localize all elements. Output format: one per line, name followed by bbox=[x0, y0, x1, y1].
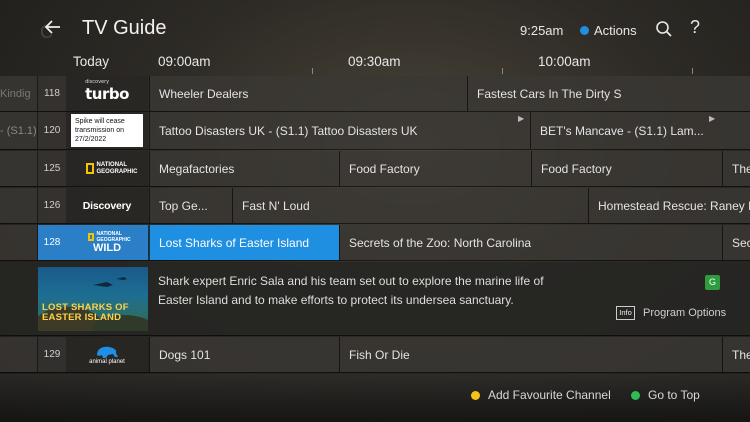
channel-number: 120 bbox=[38, 112, 66, 149]
channel-row-126[interactable]: 126 Discovery Top Ge... Fast N' Loud Hom… bbox=[0, 188, 750, 224]
natgeo-frame-icon bbox=[87, 233, 94, 241]
program-cell[interactable]: Food Factory bbox=[339, 151, 531, 186]
channel-number: 129 bbox=[38, 337, 66, 372]
program-cell[interactable]: Tattoo Disasters UK - (S1.1) Tattoo Disa… bbox=[149, 112, 530, 149]
program-cell[interactable]: Megafactories bbox=[149, 151, 339, 186]
timeline-tick bbox=[692, 68, 693, 74]
program-cell[interactable]: Sec bbox=[722, 225, 750, 260]
program-cell[interactable]: Food Factory bbox=[531, 151, 722, 186]
channel-number: 126 bbox=[38, 188, 66, 223]
rating-badge: G bbox=[705, 275, 720, 290]
program-cell[interactable]: Top Ge... bbox=[149, 188, 232, 223]
elephant-icon bbox=[96, 346, 118, 358]
program-title: Homestead Rescue: Raney R bbox=[598, 199, 750, 213]
previous-program-fragment bbox=[0, 151, 38, 186]
thumbnail-title: LOST SHARKS OF EASTER ISLAND bbox=[42, 302, 129, 323]
program-cell[interactable]: Wheeler Dealers bbox=[149, 76, 467, 111]
help-icon[interactable]: ? bbox=[690, 17, 700, 38]
channel-logo-animal-planet: animal planet bbox=[66, 337, 148, 372]
go-to-top-hint[interactable]: Go to Top bbox=[631, 388, 700, 402]
program-title: BET's Mancave - (S1.1) Lam... bbox=[540, 124, 704, 138]
program-cell[interactable]: Fast N' Loud bbox=[232, 188, 588, 223]
program-title: Food Factory bbox=[349, 162, 420, 176]
logo-subtext: discovery bbox=[85, 78, 110, 85]
logo-text: turbo bbox=[85, 84, 129, 103]
program-title: Fish Or Die bbox=[349, 348, 410, 362]
program-thumbnail: LOST SHARKS OF EASTER ISLAND bbox=[38, 267, 148, 331]
program-title: The bbox=[732, 162, 750, 176]
program-cell[interactable]: BET's Mancave - (S1.1) Lam... ▶ bbox=[530, 112, 750, 149]
time-slot-1000: 10:00am bbox=[538, 54, 591, 69]
program-title: Fastest Cars In The Dirty S bbox=[477, 87, 622, 101]
add-favourite-channel-hint[interactable]: Add Favourite Channel bbox=[471, 388, 611, 402]
program-options-link[interactable]: Program Options bbox=[643, 307, 726, 319]
logo-text: animal planet bbox=[89, 358, 125, 365]
program-title: Wheeler Dealers bbox=[159, 87, 249, 101]
channel-number: 125 bbox=[38, 151, 66, 186]
timeline-tick bbox=[502, 68, 503, 74]
program-title: Sec bbox=[732, 236, 750, 250]
program-cell[interactable]: Fish Or Die bbox=[339, 337, 722, 372]
program-cell[interactable]: The bbox=[722, 337, 750, 372]
continues-arrow-icon: ▶ bbox=[518, 114, 525, 123]
previous-program-fragment bbox=[0, 337, 38, 372]
channel-logo-natgeo: NATIONAL GEOGRAPHIC bbox=[66, 151, 148, 186]
actions-button[interactable]: Actions bbox=[580, 23, 637, 38]
day-label: Today bbox=[73, 54, 110, 69]
program-cell[interactable]: Dogs 101 bbox=[149, 337, 339, 372]
program-cell[interactable]: Secrets of the Zoo: North Carolina bbox=[339, 225, 722, 260]
legend-label: Go to Top bbox=[648, 388, 700, 402]
program-cell[interactable]: Fastest Cars In The Dirty S bbox=[467, 76, 750, 111]
search-icon[interactable] bbox=[655, 20, 673, 38]
program-cell[interactable]: Homestead Rescue: Raney R bbox=[588, 188, 750, 223]
program-title: Secrets of the Zoo: North Carolina bbox=[349, 236, 532, 250]
channel-row-129[interactable]: 129 animal planet Dogs 101 Fish Or Die T… bbox=[0, 337, 750, 373]
previous-program-fragment bbox=[0, 188, 38, 223]
channel-row-125[interactable]: 125 NATIONAL GEOGRAPHIC Megafactories Fo… bbox=[0, 151, 750, 187]
previous-program-fragment: - (S1.1) bbox=[0, 112, 38, 149]
channel-logo-discovery: Discovery bbox=[66, 188, 148, 223]
program-title: Food Factory bbox=[541, 162, 612, 176]
program-title: Fast N' Loud bbox=[242, 199, 310, 213]
program-title: The bbox=[732, 348, 750, 362]
previous-program-fragment bbox=[0, 225, 38, 260]
back-arrow-icon[interactable] bbox=[44, 18, 66, 40]
time-slot-0900: 09:00am bbox=[158, 54, 211, 69]
logo-text: WILD bbox=[92, 242, 122, 254]
green-dot-icon bbox=[631, 390, 640, 400]
logo-text: NATIONAL GEOGRAPHIC bbox=[96, 161, 138, 175]
info-button-icon[interactable]: Info bbox=[616, 306, 635, 320]
program-cell[interactable]: The bbox=[722, 151, 750, 186]
legend-label: Add Favourite Channel bbox=[488, 388, 611, 402]
time-slot-0930: 09:30am bbox=[348, 54, 401, 69]
channel-number: 118 bbox=[38, 76, 66, 111]
timeline-tick bbox=[312, 68, 313, 74]
logo-text: Discovery bbox=[82, 199, 132, 212]
continues-arrow-icon: ▶ bbox=[709, 114, 716, 123]
previous-program-fragment: Kindig bbox=[0, 76, 38, 111]
channel-row-120[interactable]: - (S1.1) 120 Spike will cease transmissi… bbox=[0, 112, 750, 150]
natgeo-frame-icon bbox=[85, 163, 94, 174]
program-description: Shark expert Enric Sala and his team set… bbox=[158, 274, 544, 307]
program-title: Tattoo Disasters UK - (S1.1) Tattoo Disa… bbox=[159, 124, 418, 138]
program-title: Top Ge... bbox=[159, 199, 208, 213]
channel-number: 128 bbox=[38, 225, 66, 260]
program-cell-selected[interactable]: Lost Sharks of Easter Island bbox=[149, 225, 339, 260]
program-title: Megafactories bbox=[159, 162, 235, 176]
blue-dot-icon bbox=[580, 26, 589, 35]
actions-label: Actions bbox=[594, 23, 637, 38]
channel-row-118[interactable]: Kindig 118 discovery turbo Wheeler Dealer… bbox=[0, 76, 750, 112]
channel-logo-turbo: discovery turbo bbox=[66, 76, 148, 111]
transmission-notice: Spike will cease transmission on 27/2/20… bbox=[71, 114, 143, 147]
channel-row-128[interactable]: 128 NATIONAL GEOGRAPHIC WILD Lost Sharks… bbox=[0, 225, 750, 261]
program-title: Dogs 101 bbox=[159, 348, 211, 362]
yellow-dot-icon bbox=[471, 390, 480, 400]
page-title: TV Guide bbox=[82, 17, 167, 39]
clock: 9:25am bbox=[520, 23, 564, 38]
channel-logo-notice: Spike will cease transmission on 27/2/20… bbox=[66, 112, 148, 149]
program-title: Lost Sharks of Easter Island bbox=[159, 236, 310, 250]
channel-logo-natgeo-wild: NATIONAL GEOGRAPHIC WILD bbox=[66, 225, 148, 260]
